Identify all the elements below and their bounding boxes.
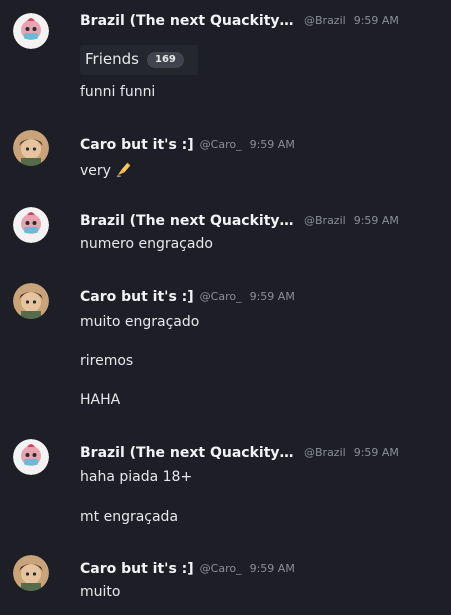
- author-handle: @Brazil: [304, 446, 346, 459]
- timestamp: 9:59 AM: [249, 562, 295, 575]
- timestamp: 9:59 AM: [249, 290, 295, 303]
- timestamp: 9:59 AM: [249, 138, 295, 151]
- caro-avatar-icon: [13, 283, 49, 319]
- brazil-avatar-icon: [13, 439, 49, 475]
- avatar-brazil[interactable]: [13, 207, 49, 243]
- message-text: muito engraçado: [80, 314, 200, 330]
- brazil-avatar-icon: [13, 13, 49, 49]
- timestamp: 9:59 AM: [353, 14, 399, 27]
- author-name[interactable]: Caro but it's :]: [80, 561, 194, 577]
- message-text: very: [80, 161, 132, 179]
- avatar-caro[interactable]: [13, 555, 49, 591]
- friends-embed[interactable]: Friends 169: [80, 45, 198, 75]
- author-name[interactable]: Caro but it's :]: [80, 137, 194, 153]
- embed-label: Friends: [85, 50, 139, 68]
- message-text: numero engraçado: [80, 236, 213, 252]
- message-text: riremos: [80, 353, 134, 369]
- timestamp: 9:59 AM: [353, 446, 399, 459]
- message-text-content: very: [80, 163, 111, 179]
- caro-avatar-icon: [13, 555, 49, 591]
- author-handle: @Caro_: [199, 290, 242, 303]
- avatar-brazil[interactable]: [13, 13, 49, 49]
- author-handle: @Brazil: [304, 214, 346, 227]
- writing-hand-icon: [116, 162, 131, 177]
- message-text: muito: [80, 584, 121, 600]
- friends-count-badge: 169: [147, 52, 184, 68]
- message-text: HAHA: [80, 392, 121, 408]
- timestamp: 9:59 AM: [353, 214, 399, 227]
- author-name[interactable]: Brazil (The next Quackity)...: [80, 213, 298, 229]
- author-handle: @Caro_: [199, 562, 242, 575]
- brazil-avatar-icon: [13, 207, 49, 243]
- author-handle: @Brazil: [304, 14, 346, 27]
- avatar-caro[interactable]: [13, 283, 49, 319]
- avatar-brazil[interactable]: [13, 439, 49, 475]
- avatar-caro[interactable]: [13, 130, 49, 166]
- caro-avatar-icon: [13, 130, 49, 166]
- message-text: mt engraçada: [80, 509, 179, 525]
- author-handle: @Caro_: [199, 138, 242, 151]
- message-text: funni funni: [80, 84, 156, 100]
- author-name[interactable]: Caro but it's :]: [80, 289, 194, 305]
- message-text: haha piada 18+: [80, 469, 193, 485]
- author-name[interactable]: Brazil (The next Quackity)...: [80, 13, 298, 29]
- author-name[interactable]: Brazil (The next Quackity)...: [80, 445, 298, 461]
